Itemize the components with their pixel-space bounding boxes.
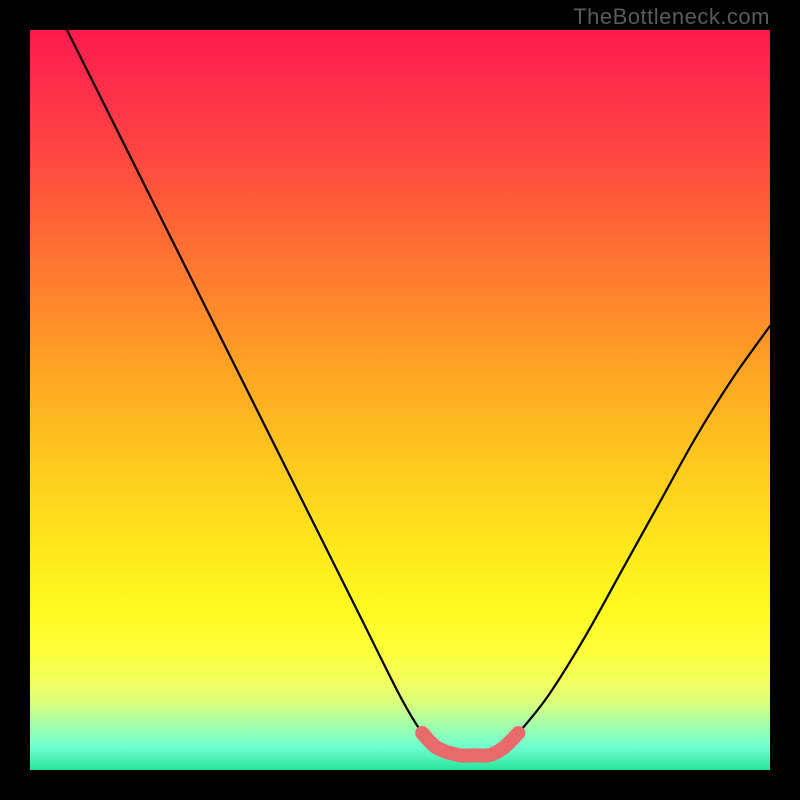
bottleneck-curve xyxy=(67,30,770,756)
highlight-bottom xyxy=(422,733,518,756)
plot-area xyxy=(30,30,770,770)
watermark-text: TheBottleneck.com xyxy=(573,4,770,30)
curve-layer xyxy=(30,30,770,770)
chart-frame: TheBottleneck.com xyxy=(0,0,800,800)
